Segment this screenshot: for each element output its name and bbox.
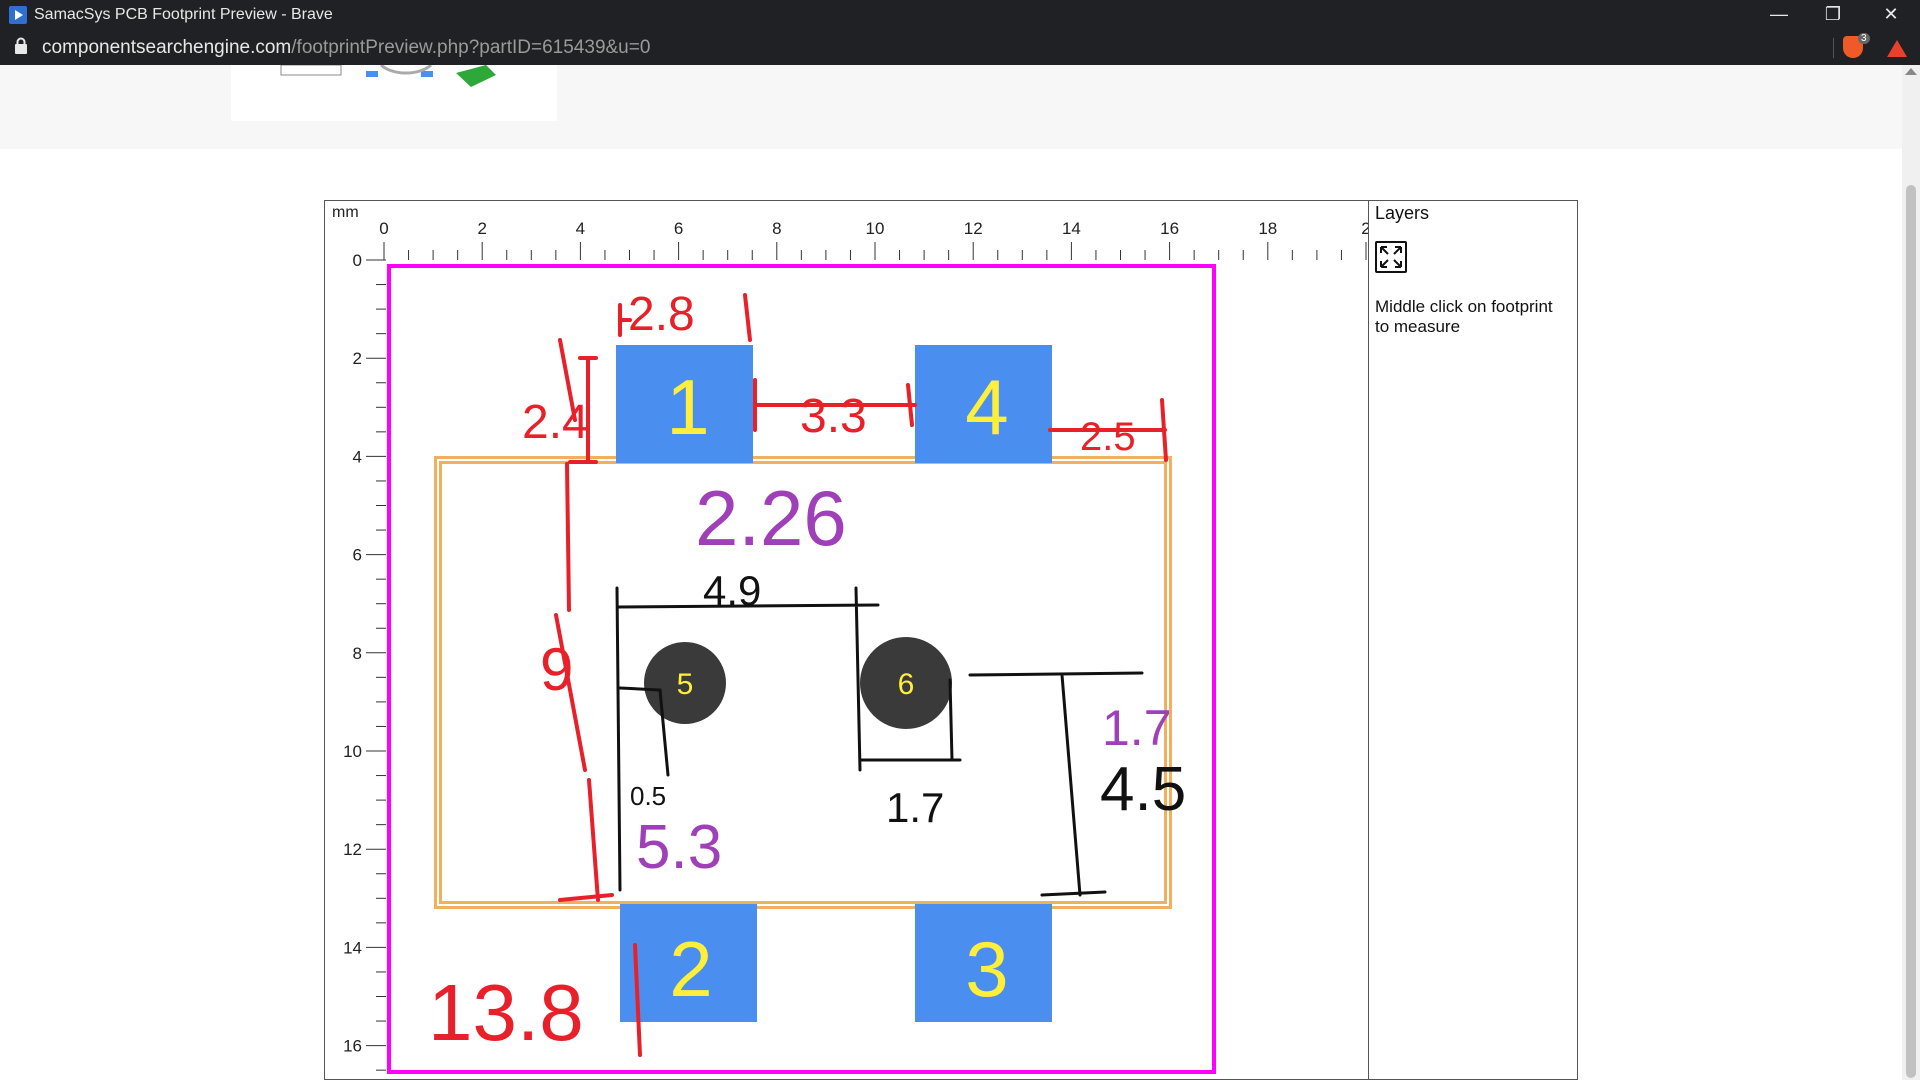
scrollbar-thumb[interactable]	[1906, 185, 1916, 1078]
window-title: SamacSys PCB Footprint Preview - Brave	[34, 6, 333, 23]
layers-heading: Layers	[1375, 203, 1430, 223]
measure-hint: Middle click on footprint to measure	[1375, 297, 1553, 336]
expand-arrows-icon[interactable]	[1375, 241, 1407, 273]
component-thumbnail	[231, 65, 557, 121]
url-domain: componentsearchengine.com	[42, 37, 292, 58]
shield-count-badge: 3	[1858, 33, 1870, 44]
close-button[interactable]: ✕	[1868, 0, 1914, 30]
brave-rewards-icon[interactable]	[1887, 40, 1907, 57]
brave-app-icon	[9, 6, 27, 24]
footprint-viewer[interactable]	[324, 200, 1370, 1080]
restore-button[interactable]: ❐	[1810, 0, 1856, 30]
scroll-up-arrow-icon[interactable]	[1905, 68, 1917, 75]
url-text[interactable]: componentsearchengine.com/footprintPrevi…	[42, 37, 650, 59]
minimize-button[interactable]: —	[1756, 0, 1802, 30]
unit-label: mm	[332, 204, 359, 221]
address-bar[interactable]: componentsearchengine.com/footprintPrevi…	[0, 30, 1920, 65]
title-bar: SamacSys PCB Footprint Preview - Brave —…	[0, 0, 1920, 30]
layers-panel: Layers Middle click on footprint to meas…	[1368, 200, 1578, 1080]
url-path: /footprintPreview.php?partID=615439&u=0	[291, 37, 651, 58]
lock-icon[interactable]	[14, 37, 28, 61]
toolbar-separator	[1833, 38, 1834, 58]
